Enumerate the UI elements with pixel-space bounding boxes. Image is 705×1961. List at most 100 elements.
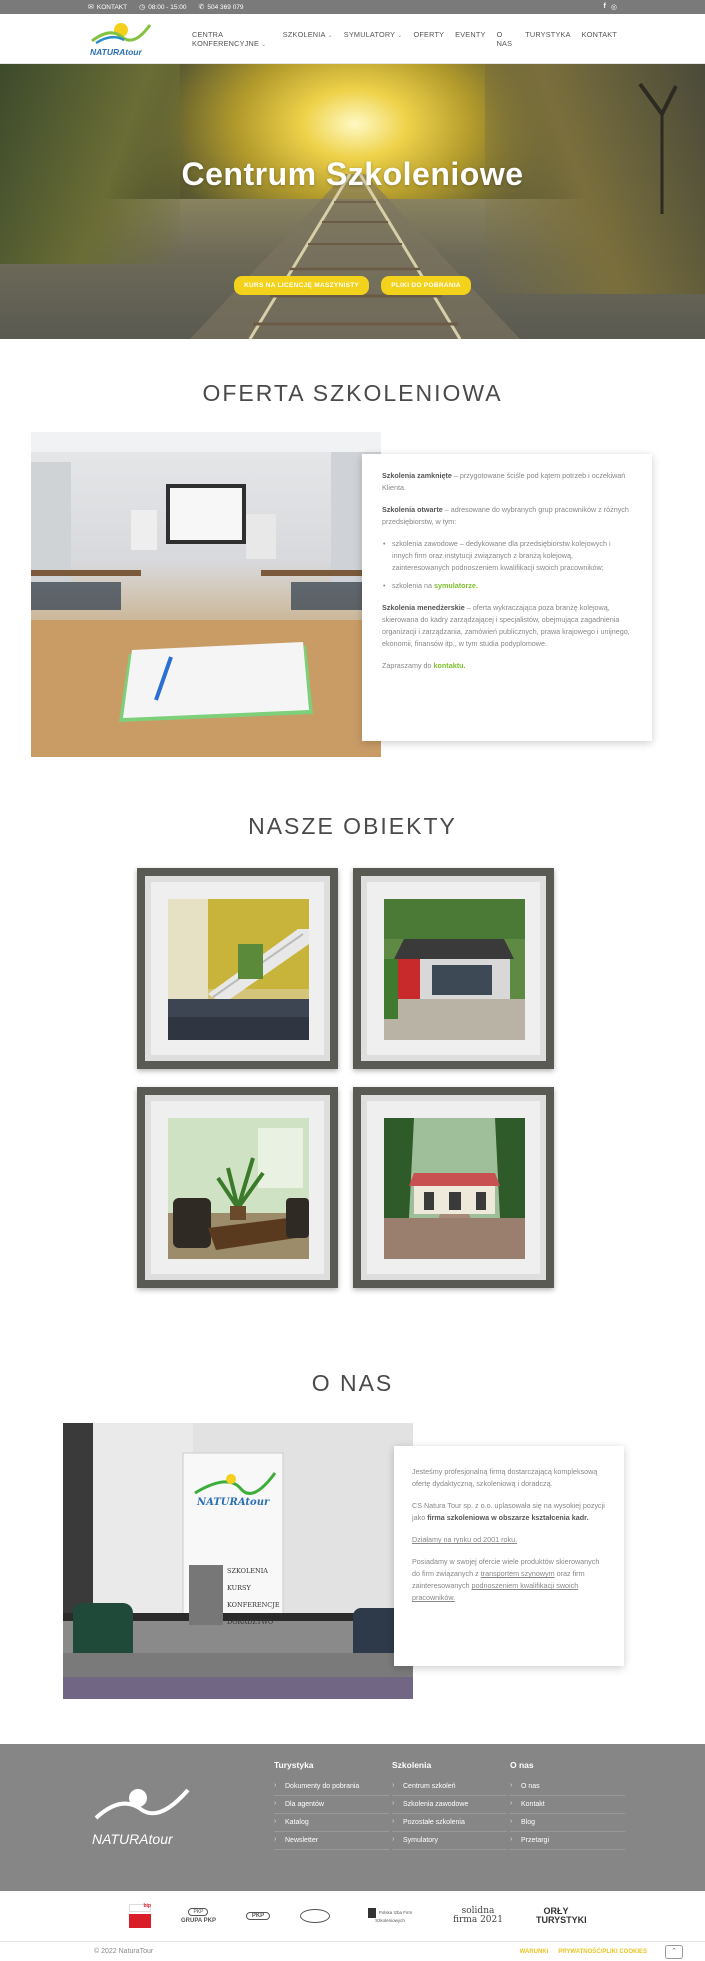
object-frame-4[interactable] — [353, 1087, 554, 1288]
footer-logo[interactable]: NATURAtour — [92, 1784, 202, 1847]
footer-col-title: O nas — [510, 1760, 534, 1770]
nav-kontakt[interactable]: KONTAKT — [582, 30, 617, 48]
offer-open: Szkolenia otwarte – adresowane do wybran… — [382, 505, 629, 526]
about-p2: CS Natura Tour sp. z o.o. uplasowała się… — [412, 1501, 605, 1522]
top-bar: ✉ KONTAKT ◷ 08:00 - 15:00 ✆ 504 369 079 … — [0, 0, 705, 14]
chevron-down-icon: ⌄ — [327, 32, 333, 39]
footer-link[interactable]: Szkolenia zawodowe — [392, 1796, 507, 1814]
about-title: O NAS — [311, 1370, 394, 1396]
banner-photos — [189, 1565, 223, 1625]
contact-link[interactable]: kontaktu. — [434, 661, 466, 670]
simulator-link[interactable]: symulatorze. — [434, 581, 478, 590]
footer-link[interactable]: Dokumenty do pobrania — [274, 1778, 389, 1796]
nav-oferty[interactable]: OFERTY — [414, 30, 445, 48]
main-nav: CENTRA KONFERENCYJNE ⌄ SZKOLENIA ⌄ SYMULAT… — [192, 30, 617, 48]
hero-banner: Centrum Szkoleniowe KURS NA LICENCJĘ MAS… — [0, 64, 705, 339]
orly-turystyki-logo[interactable]: ORŁY TURYSTYKI — [536, 1907, 587, 1925]
footer-link[interactable]: Pozostałe szkolenia — [392, 1814, 507, 1832]
contact-link[interactable]: ✉ KONTAKT — [88, 3, 127, 12]
footer-logo-graphic — [94, 1788, 190, 1820]
object-frame-2[interactable] — [353, 868, 554, 1069]
site-header: NATURAtour CENTRA KONFERENCYJNE ⌄ SZKOLEN… — [0, 14, 705, 64]
nav-szkolenia[interactable]: SZKOLENIA ⌄ — [283, 30, 333, 48]
logo-text: NATURAtour — [90, 46, 142, 57]
object-photo — [384, 1118, 525, 1259]
footer-col-title: Szkolenia — [392, 1760, 432, 1770]
hero-title: Centrum Szkoleniowe — [181, 156, 524, 192]
footer-link[interactable]: Centrum szkoleń — [392, 1778, 507, 1796]
pifs-logo[interactable]: Polska Izba Firm Szkoleniowych — [360, 1908, 420, 1924]
about-p4: Posiadamy w swojej ofercie wiele produkt… — [412, 1557, 600, 1602]
about-p3: Działamy na rynku od 2001 roku. — [412, 1535, 518, 1544]
footer-link[interactable]: Blog — [510, 1814, 625, 1832]
downloads-button[interactable]: PLIKI DO POBRANIA — [381, 276, 471, 295]
offer-contact: Zapraszamy do kontaktu. — [382, 661, 466, 670]
about-photo: NATURAtour SZKOLENIA KURSY KONFERENCJE D… — [63, 1423, 413, 1699]
object-photo — [168, 899, 309, 1040]
object-photo — [384, 899, 525, 1040]
banner-item: KURSY — [227, 1584, 251, 1592]
footer-link[interactable]: Newsletter — [274, 1832, 389, 1850]
hours-info: ◷ 08:00 - 15:00 — [139, 3, 187, 12]
footer-col-title: Turystyka — [274, 1760, 314, 1770]
footer-col-szkolenia: Szkolenia Centrum szkoleń Szkolenia zawo… — [392, 1760, 507, 1850]
list-item: szkolenia zawodowe – dedykowane dla prze… — [383, 538, 632, 574]
partner-logos: bip PKP GRUPA PKP PKP Polska Izba Firm S… — [0, 1891, 705, 1941]
site-logo[interactable]: NATURAtour — [90, 21, 152, 57]
object-frame-1[interactable] — [137, 868, 338, 1069]
nav-eventy[interactable]: EVENTY — [455, 30, 485, 48]
facebook-icon[interactable]: f — [604, 3, 606, 11]
footer-link[interactable]: Dla agentów — [274, 1796, 389, 1814]
partner-logo-4[interactable] — [300, 1909, 330, 1923]
social-links: f ◎ — [604, 3, 617, 11]
banner-item: KONFERENCJE — [227, 1601, 280, 1609]
roll-up-banner: NATURAtour SZKOLENIA KURSY KONFERENCJE D… — [183, 1453, 283, 1663]
object-photo — [168, 1118, 309, 1259]
phone-icon: ✆ — [198, 4, 205, 11]
chevron-down-icon: ⌄ — [261, 41, 267, 48]
pkp-logo[interactable]: PKP — [246, 1912, 270, 1920]
footer-link[interactable]: Przetargi — [510, 1832, 625, 1850]
offer-closed: Szkolenia zamknięte – przygotowane ściśl… — [382, 471, 626, 492]
object-frame-3[interactable] — [137, 1087, 338, 1288]
chevron-down-icon: ⌄ — [397, 32, 403, 39]
offer-management: Szkolenia menedżerskie – oferta wykracza… — [382, 603, 630, 648]
solidna-firma-logo[interactable]: solidna firma 2021 — [450, 1907, 506, 1925]
railway-tracks — [190, 82, 678, 339]
footer-link[interactable]: O nas — [510, 1778, 625, 1796]
banner-brand: NATURAtour — [197, 1497, 270, 1508]
offer-title: OFERTA SZKOLENIOWA — [202, 380, 503, 406]
nav-turystyka[interactable]: TURYSTYKA — [525, 30, 570, 48]
about-p1: Jesteśmy profesjonalną firmą dostarczają… — [412, 1467, 598, 1488]
rail-transport-link[interactable]: transportem szynowym — [481, 1569, 555, 1578]
offer-card: Szkolenia zamknięte – przygotowane ściśl… — [362, 454, 652, 741]
copyright: © 2022 NaturaTour — [94, 1948, 154, 1955]
grupa-pkp-logo[interactable]: PKP GRUPA PKP — [181, 1908, 216, 1924]
banner-item: SZKOLENIA — [227, 1567, 268, 1575]
envelope-icon: ✉ — [88, 4, 94, 11]
objects-title: NASZE OBIEKTY — [248, 813, 457, 839]
list-item: szkolenia na symulatorze. — [383, 580, 632, 592]
footer-link[interactable]: Katalog — [274, 1814, 389, 1832]
nav-centra[interactable]: CENTRA KONFERENCYJNE ⌄ — [192, 30, 272, 48]
footer-col-turystyka: Turystyka Dokumenty do pobrania Dla agen… — [274, 1760, 389, 1850]
instagram-icon[interactable]: ◎ — [611, 3, 617, 11]
clock-icon: ◷ — [139, 4, 146, 11]
hero-buttons: KURS NA LICENCJĘ MASZYNISTY PLIKI DO POB… — [0, 276, 705, 295]
footer-link[interactable]: Symulatory — [392, 1832, 507, 1850]
privacy-link[interactable]: PRYWATNOŚĆ/PLIKI COOKIES — [558, 1949, 647, 1955]
legal-links: WARUNKI PRYWATNOŚĆ/PLIKI COOKIES — [520, 1949, 647, 1955]
terms-link[interactable]: WARUNKI — [520, 1949, 549, 1955]
about-card: Jesteśmy profesjonalną firmą dostarczają… — [394, 1446, 624, 1666]
chevron-up-icon: ⌃ — [671, 1947, 677, 1955]
footer-link[interactable]: Kontakt — [510, 1796, 625, 1814]
back-to-top-button[interactable]: ⌃ — [665, 1944, 683, 1959]
nav-o-nas[interactable]: O NAS — [497, 30, 515, 48]
phone-link[interactable]: ✆ 504 369 079 — [198, 3, 244, 12]
license-course-button[interactable]: KURS NA LICENCJĘ MASZYNISTY — [234, 276, 370, 295]
footer-col-o-nas: O nas O nas Kontakt Blog Przetargi — [510, 1760, 625, 1850]
bip-logo[interactable]: bip — [128, 1903, 151, 1928]
nav-symulatory[interactable]: SYMULATORY ⌄ — [344, 30, 403, 48]
banner-item: DORADZTWO — [227, 1618, 274, 1626]
bottom-bar: © 2022 NaturaTour WARUNKI PRYWATNOŚĆ/PLI… — [0, 1941, 705, 1961]
